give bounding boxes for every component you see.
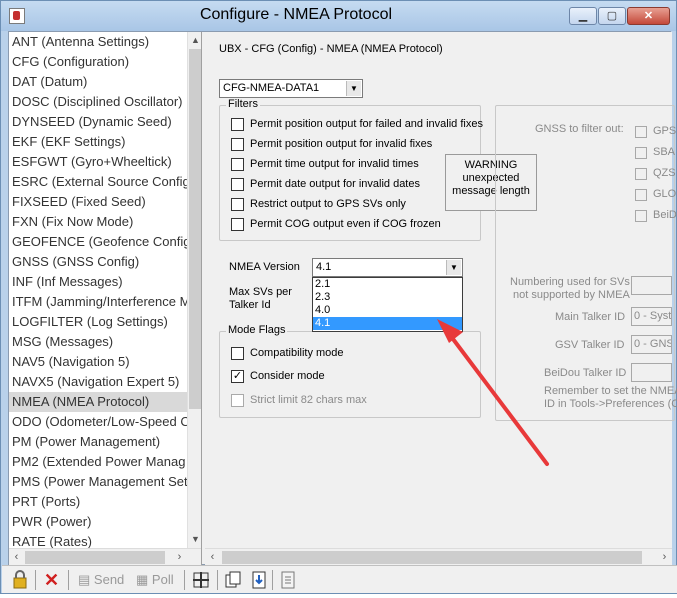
window-title: Configure - NMEA Protocol	[199, 6, 393, 23]
maximize-button[interactable]: ▢	[598, 7, 626, 25]
poll-icon: ▦	[136, 572, 149, 587]
scroll-left-arrow-icon[interactable]: ‹	[205, 550, 220, 565]
nmea-config-panel: UBX - CFG (Config) - NMEA (NMEA Protocol…	[205, 32, 677, 548]
title-bar: Configure - NMEA Protocol ▁ ▢ ✕	[1, 1, 676, 31]
message-list[interactable]: ANT (Antenna Settings) CFG (Configuration…	[9, 32, 202, 566]
scroll-left-arrow-icon[interactable]: ‹	[9, 550, 24, 565]
list-item[interactable]: PM2 (Extended Power Manag	[9, 452, 187, 472]
send-icon: ▤	[78, 572, 91, 587]
list-item[interactable]: PWR (Power)	[9, 512, 187, 532]
list-item[interactable]: PRT (Ports)	[9, 492, 187, 512]
copy-icon[interactable]	[224, 569, 242, 591]
lock-icon[interactable]	[11, 569, 29, 591]
list-item[interactable]: NAV5 (Navigation 5)	[9, 352, 187, 372]
import-icon[interactable]	[250, 569, 268, 591]
document-icon[interactable]	[279, 569, 297, 591]
send-label: Send	[93, 572, 125, 587]
annotation-arrow-icon	[437, 319, 549, 466]
client-area: ANT (Antenna Settings) CFG (Configuration…	[8, 31, 677, 566]
arrow-head	[437, 319, 463, 343]
panel-hscroll-thumb[interactable]	[222, 551, 642, 564]
list-horizontal-scrollbar[interactable]: ‹ ›	[9, 548, 201, 566]
poll-button[interactable]: ▦ Poll	[136, 569, 174, 591]
list-item[interactable]: DOSC (Disciplined Oscillator)	[9, 92, 187, 112]
list-item[interactable]: ODO (Odometer/Low-Speed C	[9, 412, 187, 432]
close-button[interactable]: ✕	[627, 7, 670, 25]
list-item[interactable]: ITFM (Jamming/Interference M	[9, 292, 187, 312]
message-list-items: ANT (Antenna Settings) CFG (Configuration…	[9, 32, 187, 552]
bottom-toolbar: ✕ ▤ Send ▦ Poll	[2, 565, 677, 593]
delete-icon[interactable]: ✕	[44, 569, 60, 591]
list-item[interactable]: ANT (Antenna Settings)	[9, 32, 187, 52]
list-item[interactable]: NAVX5 (Navigation Expert 5)	[9, 372, 187, 392]
list-item[interactable]: LOGFILTER (Log Settings)	[9, 312, 187, 332]
list-item[interactable]: DYNSEED (Dynamic Seed)	[9, 112, 187, 132]
send-button[interactable]: ▤ Send	[78, 569, 124, 591]
configure-window: Configure - NMEA Protocol ▁ ▢ ✕ ANT (Ant…	[0, 0, 677, 594]
list-hscroll-thumb[interactable]	[25, 551, 165, 564]
list-item[interactable]: MSG (Messages)	[9, 332, 187, 352]
minimize-button[interactable]: ▁	[569, 7, 597, 25]
poll-label: Poll	[151, 572, 174, 587]
scroll-down-arrow-icon[interactable]: ▼	[188, 532, 201, 547]
list-item[interactable]: CFG (Configuration)	[9, 52, 187, 72]
list-vertical-scrollbar[interactable]: ▲ ▼	[187, 32, 201, 548]
list-item[interactable]: EKF (EKF Settings)	[9, 132, 187, 152]
list-item[interactable]: GNSS (GNSS Config)	[9, 252, 187, 272]
list-item[interactable]: PM (Power Management)	[9, 432, 187, 452]
list-item[interactable]: INF (Inf Messages)	[9, 272, 187, 292]
list-item[interactable]: NMEA (NMEA Protocol)	[9, 392, 187, 412]
scroll-up-arrow-icon[interactable]: ▲	[188, 33, 201, 48]
list-item[interactable]: PMS (Power Management Set	[9, 472, 187, 492]
list-item[interactable]: ESFGWT (Gyro+Wheeltick)	[9, 152, 187, 172]
list-item[interactable]: FIXSEED (Fixed Seed)	[9, 192, 187, 212]
list-item[interactable]: ESRC (External Source Config)	[9, 172, 187, 192]
list-item[interactable]: FXN (Fix Now Mode)	[9, 212, 187, 232]
list-scroll-thumb[interactable]	[189, 49, 201, 409]
panel-horizontal-scrollbar[interactable]: ‹ ›	[205, 548, 672, 566]
list-item[interactable]: GEOFENCE (Geofence Config)	[9, 232, 187, 252]
scroll-right-arrow-icon[interactable]: ›	[172, 550, 187, 565]
arrow-shaft	[448, 333, 549, 466]
list-item[interactable]: DAT (Datum)	[9, 72, 187, 92]
scroll-right-arrow-icon[interactable]: ›	[657, 550, 672, 565]
crosshair-icon[interactable]	[192, 569, 212, 591]
